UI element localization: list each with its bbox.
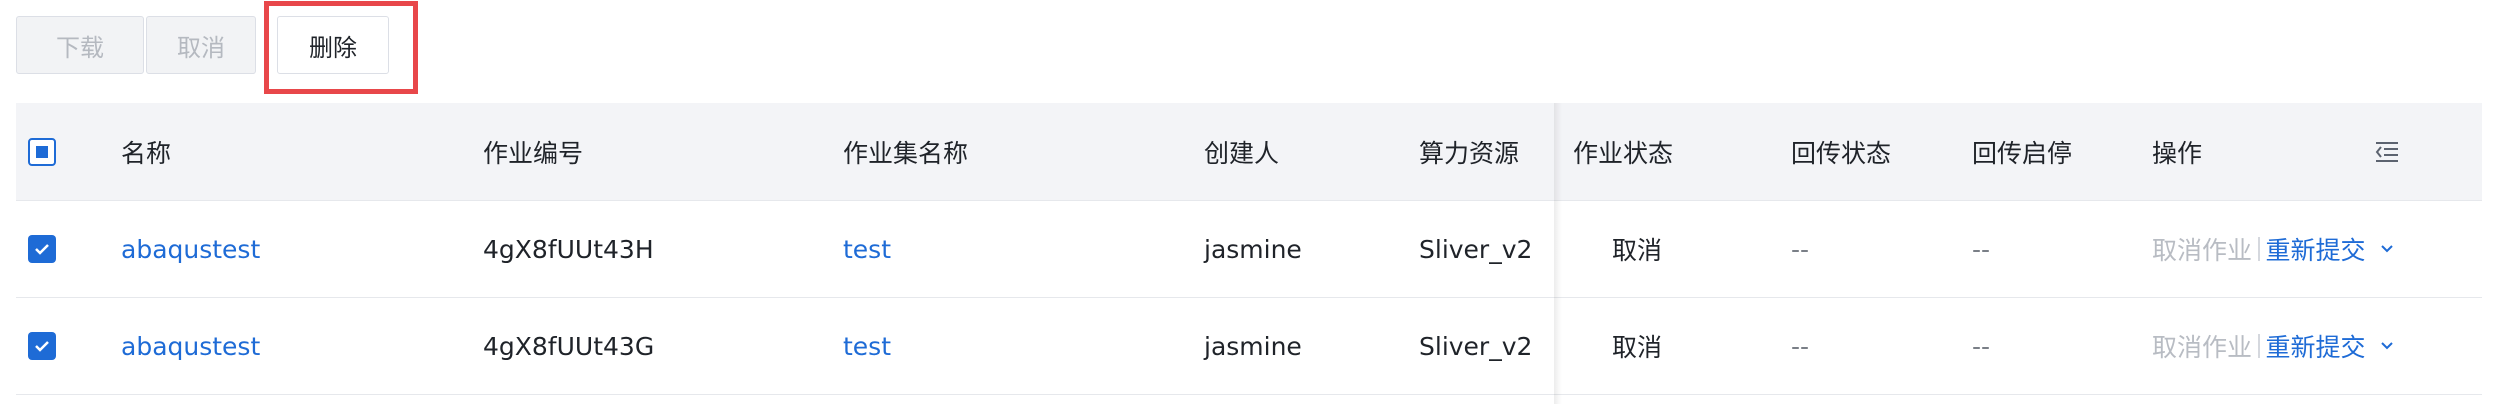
job-name-link[interactable]: abaqustest xyxy=(121,298,260,394)
resource: Sliver_v2 xyxy=(1419,331,1533,361)
column-settings-icon[interactable] xyxy=(2372,103,2402,200)
header-status[interactable]: 作业状态 xyxy=(1573,103,1673,200)
jobs-table: 名称 作业编号 作业集名称 创建人 算力资源 作业状态 回传状态 回传启停 操作… xyxy=(16,103,2482,404)
job-id: 4gX8fUUt43H xyxy=(483,234,654,264)
action-divider xyxy=(2258,334,2260,358)
return-status: -- xyxy=(1791,331,1810,361)
header-resource[interactable]: 算力资源 xyxy=(1419,103,1519,200)
select-all-checkbox[interactable] xyxy=(28,137,56,166)
download-button[interactable]: 下载 xyxy=(16,16,144,74)
row-checkbox[interactable] xyxy=(28,235,56,263)
header-job-id[interactable]: 作业编号 xyxy=(483,103,583,200)
jobset-link[interactable]: test xyxy=(843,201,891,297)
check-icon xyxy=(35,244,49,255)
header-creator[interactable]: 创建人 xyxy=(1204,103,1279,200)
row-actions: 取消作业 重新提交 xyxy=(2152,201,2400,297)
action-divider xyxy=(2258,237,2260,261)
row-checkbox[interactable] xyxy=(28,332,56,360)
job-name-link[interactable]: abaqustest xyxy=(121,201,260,297)
header-name[interactable]: 名称 xyxy=(121,103,171,200)
header-return-status[interactable]: 回传状态 xyxy=(1791,103,1891,200)
check-icon xyxy=(35,341,49,352)
fixed-column-shadow xyxy=(1554,103,1562,404)
job-status: 取消 xyxy=(1612,333,1663,362)
cancel-job-action: 取消作业 xyxy=(2152,236,2253,265)
cancel-job-action: 取消作业 xyxy=(2152,333,2253,362)
row-actions: 取消作业 重新提交 xyxy=(2152,298,2400,394)
table-row[interactable]: abaqustest 4gX8fUUt43G test jasmine Sliv… xyxy=(16,298,2482,395)
return-status: -- xyxy=(1791,234,1810,264)
job-status: 取消 xyxy=(1612,236,1663,265)
chevron-down-icon[interactable] xyxy=(2374,333,2400,359)
resource: Sliver_v2 xyxy=(1419,234,1533,264)
return-enable: -- xyxy=(1972,331,1991,361)
return-enable: -- xyxy=(1972,234,1991,264)
resubmit-action[interactable]: 重新提交 xyxy=(2266,328,2366,364)
table-row[interactable]: abaqustest 4gX8fUUt43H test jasmine Sliv… xyxy=(16,201,2482,298)
chevron-down-icon[interactable] xyxy=(2374,236,2400,262)
resubmit-action[interactable]: 重新提交 xyxy=(2266,231,2366,267)
header-jobset[interactable]: 作业集名称 xyxy=(843,103,968,200)
jobset-link[interactable]: test xyxy=(843,298,891,394)
header-return-enable[interactable]: 回传启停 xyxy=(1972,103,2072,200)
creator: jasmine xyxy=(1204,234,1302,264)
delete-button-highlight xyxy=(264,1,418,94)
toolbar: 下载 取消 删除 xyxy=(0,0,2504,100)
table-header: 名称 作业编号 作业集名称 创建人 算力资源 作业状态 回传状态 回传启停 操作 xyxy=(16,103,2482,201)
header-actions: 操作 xyxy=(2152,138,2203,168)
creator: jasmine xyxy=(1204,331,1302,361)
job-id: 4gX8fUUt43G xyxy=(483,331,655,361)
cancel-button[interactable]: 取消 xyxy=(146,16,256,74)
